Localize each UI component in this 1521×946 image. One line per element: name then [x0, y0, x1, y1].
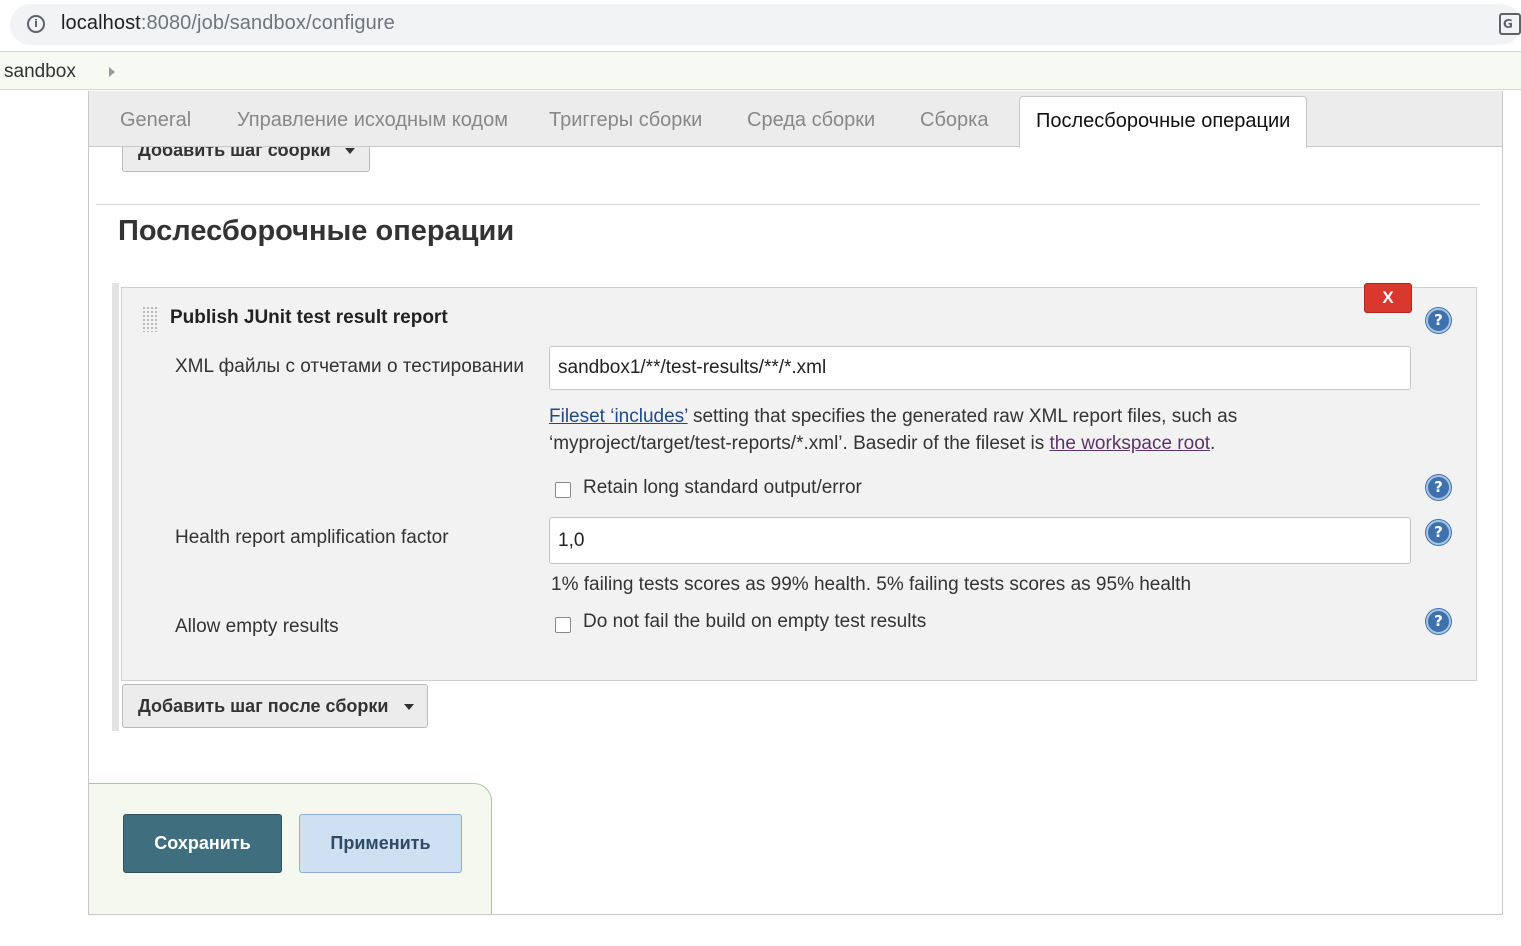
apply-button[interactable]: Применить	[299, 814, 462, 873]
help-icon[interactable]: ?	[1426, 520, 1451, 545]
workspace-root-link[interactable]: the workspace root	[1050, 433, 1211, 454]
retain-output-checkbox[interactable]	[555, 482, 571, 498]
help-icon[interactable]: ?	[1426, 475, 1451, 500]
section-divider	[96, 204, 1480, 205]
url-path: :8080/job/sandbox/configure	[140, 12, 395, 34]
xml-desc-text-1: setting that specifies the generated raw…	[687, 406, 1238, 427]
tab-build-environment[interactable]: Среда сборки	[747, 109, 875, 132]
fileset-includes-link[interactable]: Fileset ‘includes’	[549, 406, 688, 427]
health-factor-input[interactable]	[549, 517, 1411, 564]
help-icon[interactable]: ?	[1426, 308, 1451, 333]
config-tab-bar: General Управление исходным кодом Тригге…	[89, 91, 1502, 148]
tab-build[interactable]: Сборка	[920, 109, 988, 132]
breadcrumb: sandbox	[0, 51, 1521, 90]
allow-empty-checkbox[interactable]	[555, 617, 571, 633]
step-stripe	[112, 283, 119, 731]
tab-scm[interactable]: Управление исходным кодом	[237, 109, 508, 132]
add-post-build-step-button[interactable]: Добавить шаг после сборки	[122, 684, 428, 728]
url-host: localhost	[61, 12, 141, 34]
browser-address-bar: i localhost:8080/job/sandbox/configure G	[0, 0, 1521, 50]
xml-desc-text-2: ‘myproject/target/test-reports/*.xml’. B…	[549, 433, 1050, 454]
add-post-build-step-label: Добавить шаг после сборки	[138, 696, 389, 716]
delete-step-button[interactable]: X	[1364, 283, 1412, 313]
tab-post-build-actions[interactable]: Послесборочные операции	[1019, 96, 1308, 148]
tab-build-triggers[interactable]: Триггеры сборки	[549, 109, 702, 132]
chevron-down-icon	[345, 148, 355, 154]
allow-empty-checkbox-label[interactable]: Do not fail the build on empty test resu…	[583, 611, 926, 633]
health-factor-description: 1% failing tests scores as 99% health. 5…	[551, 574, 1192, 595]
save-button[interactable]: Сохранить	[123, 814, 282, 873]
health-factor-label: Health report amplification factor	[175, 527, 449, 548]
retain-output-label[interactable]: Retain long standard output/error	[583, 477, 862, 499]
xml-desc-text-3: .	[1210, 433, 1216, 454]
translate-icon[interactable]: G	[1499, 13, 1521, 35]
xml-files-input[interactable]	[549, 346, 1411, 390]
chevron-down-icon	[404, 704, 414, 710]
help-icon[interactable]: ?	[1426, 609, 1451, 634]
url-text[interactable]: localhost:8080/job/sandbox/configure	[61, 12, 395, 35]
breadcrumb-item-sandbox[interactable]: sandbox	[4, 61, 76, 83]
breadcrumb-arrow-icon[interactable]	[109, 67, 115, 77]
xml-files-label: XML файлы с отчетами о тестировании	[175, 356, 524, 377]
xml-files-description: Fileset ‘includes’ setting that specifie…	[549, 403, 1237, 457]
info-icon[interactable]: i	[27, 15, 45, 33]
section-title: Послесборочные операции	[118, 215, 515, 247]
step-title: Publish JUnit test result report	[170, 307, 448, 328]
drag-handle-icon[interactable]	[142, 306, 158, 332]
allow-empty-label: Allow empty results	[175, 616, 339, 637]
tab-general[interactable]: General	[120, 109, 191, 132]
